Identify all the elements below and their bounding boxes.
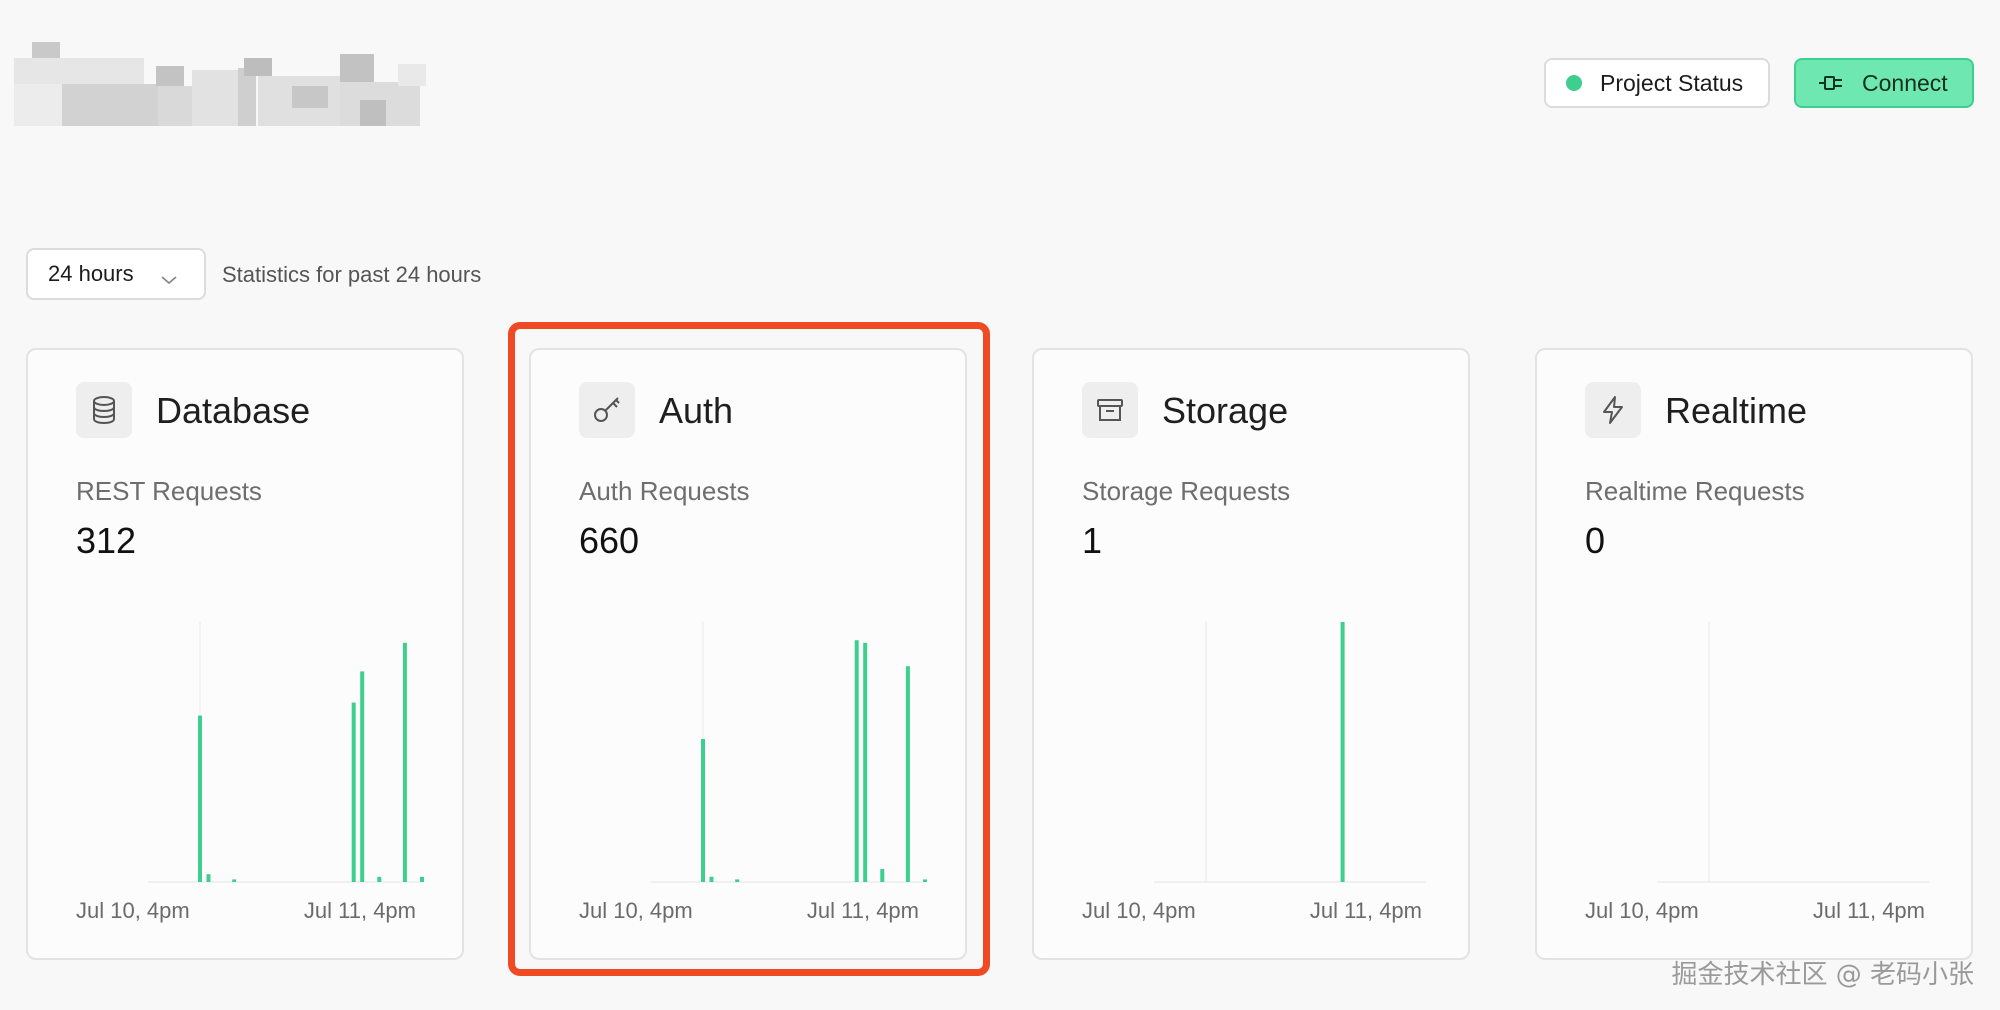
project-status-label: Project Status <box>1600 69 1744 96</box>
chart-bar <box>351 702 356 882</box>
chart-bar <box>360 671 365 882</box>
card-database[interactable]: Database REST Requests 312 Jul 10, 4pm J… <box>26 348 464 960</box>
requests-chart <box>651 622 927 883</box>
chevron-down-icon <box>160 266 178 292</box>
chart-bar <box>420 876 424 882</box>
chart-bar <box>854 640 859 882</box>
x-axis-start-label: Jul 10, 4pm <box>1082 898 1196 923</box>
connect-label: Connect <box>1862 69 1948 96</box>
project-status-button[interactable]: Project Status <box>1544 58 1770 108</box>
chart-bar <box>905 666 910 882</box>
requests-chart <box>1657 622 1929 883</box>
chart-bar <box>701 739 705 882</box>
card-storage[interactable]: Storage Storage Requests 1 Jul 10, 4pm J… <box>1032 348 1470 960</box>
period-description: Statistics for past 24 hours <box>222 262 482 287</box>
requests-chart <box>1154 622 1426 883</box>
chart-bar <box>377 876 382 882</box>
chart-bar <box>863 642 868 882</box>
chart-bar <box>206 874 211 882</box>
watermark: 掘金技术社区 @ 老码小张 <box>1671 960 1974 990</box>
chart-bar <box>709 876 714 882</box>
chart-bar <box>232 879 237 882</box>
x-axis-end-label: Jul 11, 4pm <box>303 898 416 923</box>
chart-bar <box>735 879 740 882</box>
period-select-value: 24 hours <box>48 261 134 286</box>
plug-icon <box>1818 72 1844 94</box>
card-realtime[interactable]: Realtime Realtime Requests 0 Jul 10, 4pm… <box>1535 348 1973 960</box>
chart-bar <box>923 879 927 882</box>
x-axis-end-label: Jul 11, 4pm <box>1309 898 1422 923</box>
status-dot-icon <box>1566 75 1582 91</box>
x-axis-start-label: Jul 10, 4pm <box>579 898 693 923</box>
requests-chart <box>148 622 424 883</box>
period-select[interactable]: 24 hours <box>26 248 206 300</box>
connect-button[interactable]: Connect <box>1794 58 1974 108</box>
x-axis-end-label: Jul 11, 4pm <box>1812 898 1925 923</box>
chart-bar <box>880 869 885 882</box>
card-auth[interactable]: Auth Auth Requests 660 Jul 10, 4pm Jul 1… <box>529 348 967 960</box>
x-axis-end-label: Jul 11, 4pm <box>806 898 919 923</box>
chart-bar <box>1340 622 1345 882</box>
project-title-redacted <box>14 40 429 126</box>
x-axis-start-label: Jul 10, 4pm <box>76 898 190 923</box>
chart-bar <box>198 715 202 882</box>
chart-bar <box>402 642 407 882</box>
x-axis-start-label: Jul 10, 4pm <box>1585 898 1699 923</box>
